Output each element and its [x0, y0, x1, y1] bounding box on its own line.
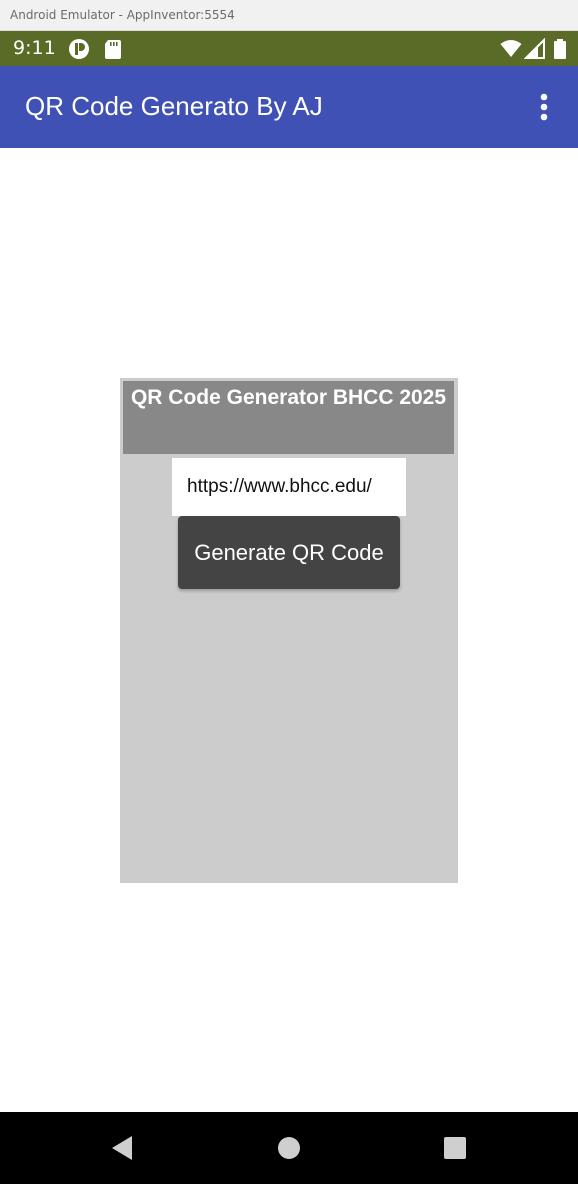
wifi-icon — [500, 40, 522, 57]
status-time: 9:11 — [13, 37, 56, 59]
qr-generator-panel: QR Code Generator BHCC 2025 Generate QR … — [120, 378, 458, 883]
emulator-title-bar: Android Emulator - AppInventor:5554 — [0, 0, 578, 31]
notification-app-icon — [69, 39, 89, 59]
app-title: QR Code Generato By AJ — [25, 91, 323, 121]
sd-card-icon — [105, 40, 121, 59]
screen-content: QR Code Generator BHCC 2025 Generate QR … — [0, 148, 578, 1112]
generate-qr-button[interactable]: Generate QR Code — [178, 516, 400, 589]
overflow-menu-icon[interactable] — [528, 90, 560, 126]
status-bar: 9:11 — [0, 31, 578, 66]
panel-header-label: QR Code Generator BHCC 2025 — [130, 386, 447, 409]
signal-icon — [524, 38, 545, 59]
url-input[interactable] — [172, 458, 406, 516]
back-icon[interactable] — [106, 1132, 138, 1164]
recents-icon[interactable] — [439, 1132, 471, 1164]
battery-icon — [554, 39, 566, 59]
emulator-window: Android Emulator - AppInventor:5554 9:11 — [0, 0, 578, 1184]
navigation-bar — [0, 1112, 578, 1184]
emulator-title: Android Emulator - AppInventor:5554 — [10, 8, 235, 22]
home-icon[interactable] — [273, 1132, 305, 1164]
app-bar: QR Code Generato By AJ — [0, 66, 578, 148]
panel-header: QR Code Generator BHCC 2025 — [123, 381, 454, 454]
